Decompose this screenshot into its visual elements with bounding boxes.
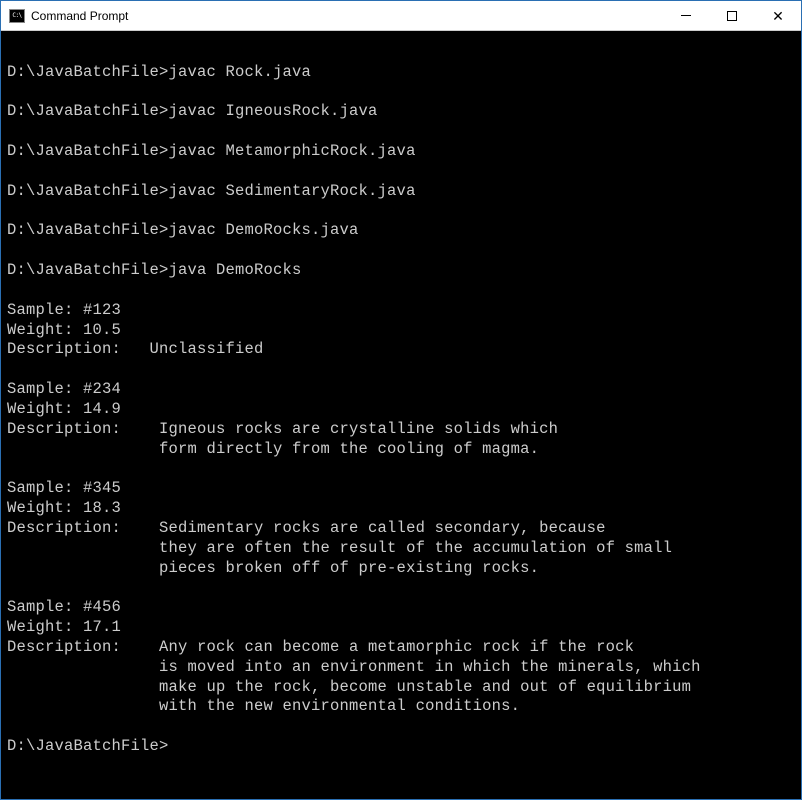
minimize-icon (681, 15, 691, 16)
close-button[interactable]: ✕ (755, 1, 801, 30)
cmd-icon: C:\ (9, 9, 25, 23)
maximize-button[interactable] (709, 1, 755, 30)
minimize-button[interactable] (663, 1, 709, 30)
window-titlebar: C:\ Command Prompt ✕ (1, 1, 801, 31)
window-controls: ✕ (663, 1, 801, 30)
close-icon: ✕ (772, 9, 784, 23)
maximize-icon (727, 11, 737, 21)
terminal-output[interactable]: D:\JavaBatchFile>javac Rock.java D:\Java… (1, 31, 801, 799)
cmd-icon-text: C:\ (12, 13, 21, 19)
window-title: Command Prompt (31, 9, 663, 23)
